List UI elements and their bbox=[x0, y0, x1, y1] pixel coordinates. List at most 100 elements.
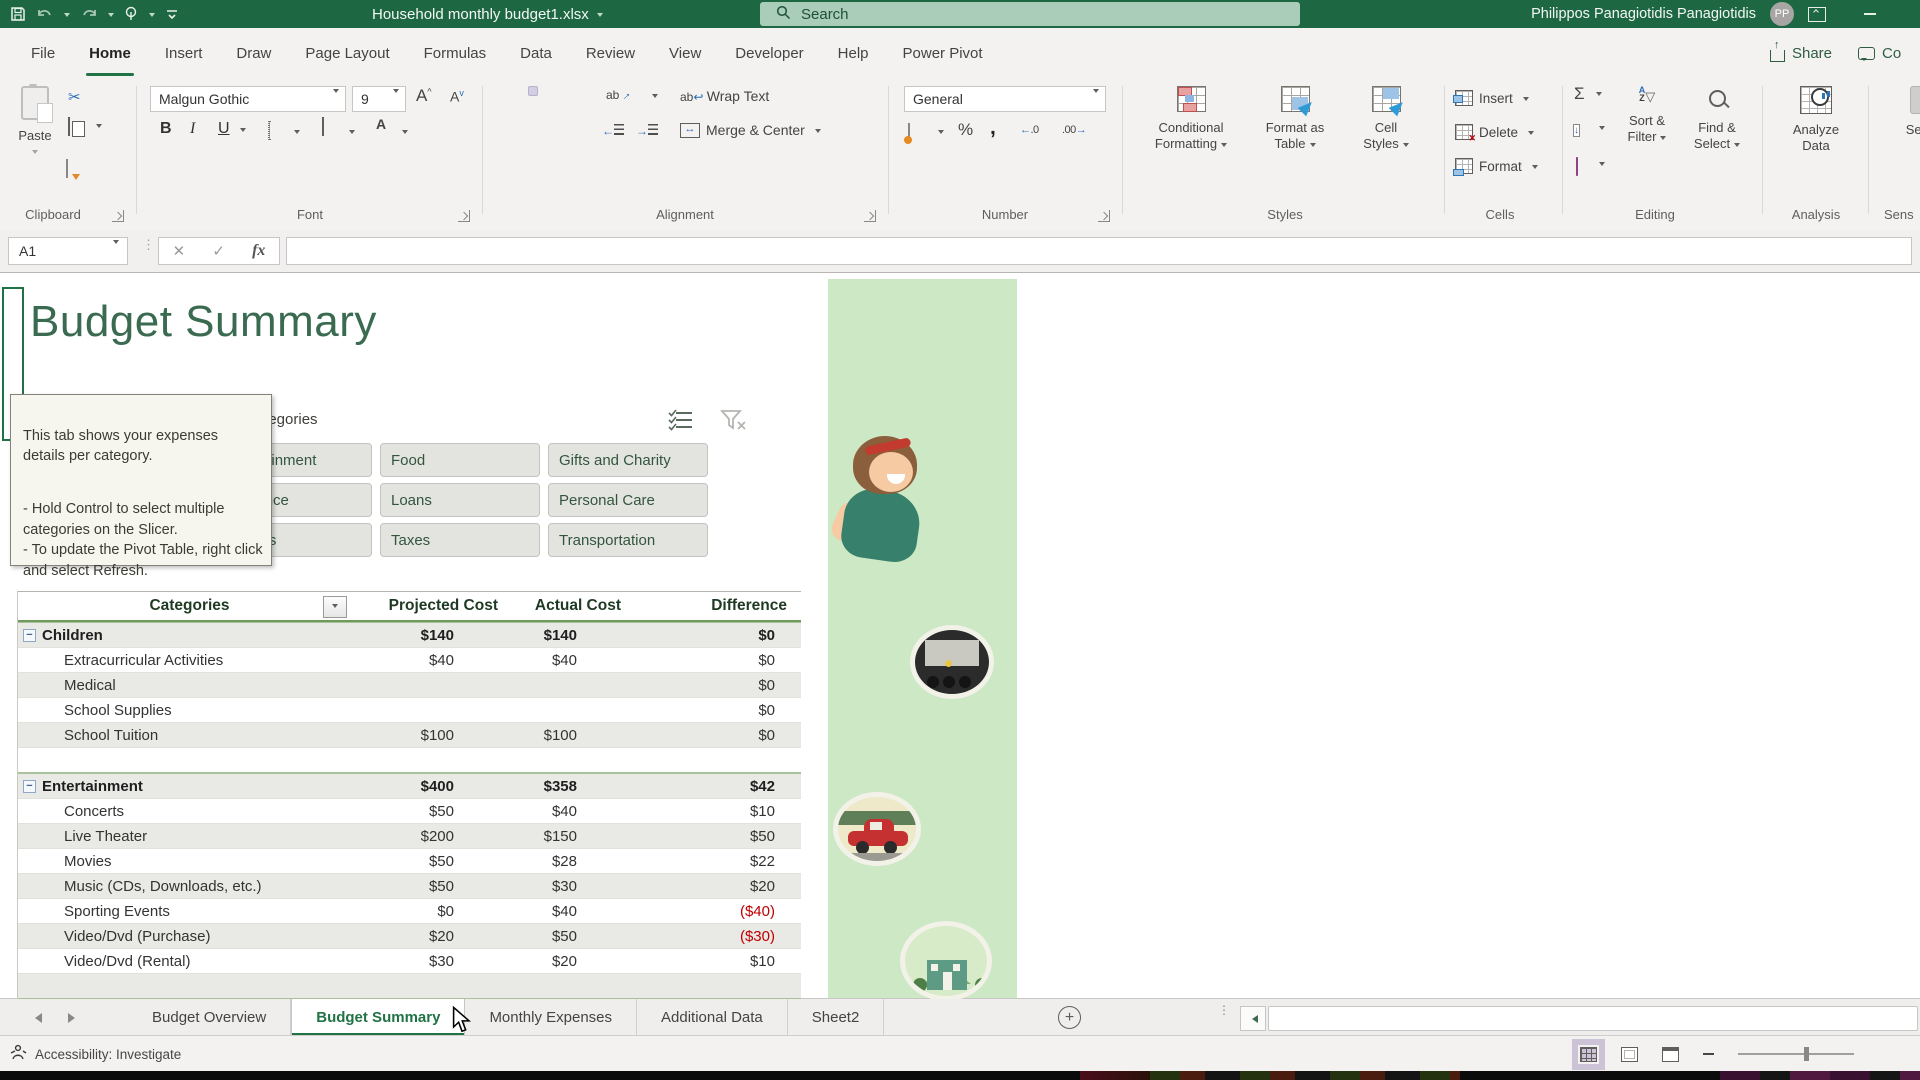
accounting-dropdown-icon[interactable] bbox=[938, 130, 944, 137]
number-format-select[interactable]: General bbox=[904, 86, 1106, 112]
customize-quick-access-icon[interactable] bbox=[165, 8, 179, 20]
font-color-icon[interactable]: A bbox=[376, 116, 386, 132]
ribbon-tab[interactable]: Draw bbox=[219, 28, 288, 78]
clipboard-dialog-launcher-icon[interactable] bbox=[112, 210, 124, 222]
table-row[interactable]: Extracurricular Activities $40 $40 $0 bbox=[18, 648, 801, 673]
slicer-button[interactable]: Gifts and Charity bbox=[548, 443, 708, 477]
conditional-formatting-button[interactable]: Conditional Formatting bbox=[1138, 84, 1244, 152]
decrease-decimal-icon[interactable]: .00→ bbox=[1062, 124, 1086, 136]
prev-sheet-icon[interactable] bbox=[30, 1013, 42, 1023]
zoom-slider-handle[interactable] bbox=[1804, 1047, 1809, 1061]
accessibility-status[interactable]: Accessibility: Investigate bbox=[10, 1036, 181, 1072]
decrease-indent-icon[interactable]: ← bbox=[602, 124, 624, 138]
table-row[interactable]: − Entertainment $400 $358 $42 bbox=[18, 773, 801, 799]
format-painter-icon[interactable] bbox=[66, 160, 68, 178]
decrease-font-icon[interactable]: Av bbox=[450, 88, 464, 105]
undo-dropdown-icon[interactable] bbox=[64, 13, 70, 20]
horizontal-scrollbar[interactable] bbox=[1268, 1006, 1918, 1031]
sort-filter-button[interactable]: AZ▽ Sort & Filter bbox=[1616, 84, 1678, 145]
insert-cells-button[interactable]: Insert bbox=[1455, 90, 1529, 106]
ribbon-tab[interactable]: Home bbox=[72, 28, 148, 78]
format-cells-button[interactable]: Format bbox=[1455, 158, 1538, 174]
slicer-button[interactable]: Food bbox=[380, 443, 540, 477]
table-row[interactable]: − Children $140 $140 $0 bbox=[18, 622, 801, 648]
font-color-dropdown-icon[interactable] bbox=[402, 130, 408, 137]
cell-styles-button[interactable]: Cell Styles bbox=[1344, 84, 1428, 152]
sensitivity-button[interactable]: Sensi bbox=[1882, 84, 1920, 138]
sheet-tab[interactable]: Budget Overview bbox=[128, 999, 291, 1036]
filter-dropdown-button[interactable] bbox=[323, 596, 347, 618]
name-box[interactable]: A1 bbox=[8, 237, 128, 265]
slicer-button[interactable]: Personal Care bbox=[548, 483, 708, 517]
slicer-button[interactable]: Loans bbox=[380, 483, 540, 517]
borders-dropdown-icon[interactable] bbox=[294, 130, 300, 137]
sheet-tab[interactable]: Monthly Expenses bbox=[465, 999, 637, 1036]
merge-center-button[interactable]: ↔Merge & Center bbox=[680, 122, 821, 138]
align-top-icon[interactable] bbox=[496, 86, 506, 96]
touch-mouse-mode-icon[interactable] bbox=[124, 6, 139, 22]
slicer-button[interactable]: Taxes bbox=[380, 523, 540, 557]
clear-icon[interactable] bbox=[1576, 158, 1578, 176]
analyze-data-button[interactable]: Analyze Data bbox=[1772, 84, 1860, 154]
ribbon-tab[interactable]: Developer bbox=[718, 28, 820, 78]
document-title[interactable]: Household monthly budget1.xlsx bbox=[372, 0, 603, 28]
table-row[interactable] bbox=[18, 974, 801, 999]
alignment-dialog-launcher-icon[interactable] bbox=[864, 210, 876, 222]
copy-dropdown-icon[interactable] bbox=[96, 124, 102, 131]
font-dialog-launcher-icon[interactable] bbox=[458, 210, 470, 222]
table-row[interactable]: Movies $50 $28 $22 bbox=[18, 849, 801, 874]
table-row[interactable]: Concerts $50 $40 $10 bbox=[18, 799, 801, 824]
table-row[interactable]: Video/Dvd (Rental) $30 $20 $10 bbox=[18, 949, 801, 974]
underline-button[interactable]: U bbox=[218, 120, 230, 138]
insert-function-icon[interactable]: fx bbox=[252, 242, 265, 260]
ribbon-tab[interactable]: Data bbox=[503, 28, 569, 78]
align-center-icon[interactable] bbox=[528, 122, 538, 132]
table-row[interactable]: School Supplies $0 bbox=[18, 698, 801, 723]
ribbon-tab[interactable]: Help bbox=[821, 28, 886, 78]
table-row[interactable]: Medical $0 bbox=[18, 673, 801, 698]
fill-icon[interactable]: ↓ bbox=[1573, 120, 1580, 138]
underline-dropdown-icon[interactable] bbox=[240, 128, 246, 135]
ribbon-tab[interactable]: Review bbox=[569, 28, 652, 78]
next-sheet-icon[interactable] bbox=[68, 1013, 80, 1023]
align-right-icon[interactable] bbox=[562, 122, 572, 132]
wrap-text-button[interactable]: ab↩ Wrap Text bbox=[680, 88, 769, 104]
enter-icon[interactable]: ✓ bbox=[212, 242, 225, 260]
font-size-select[interactable]: 9 bbox=[352, 86, 406, 112]
search-box[interactable]: Search bbox=[760, 2, 1300, 26]
redo-icon[interactable] bbox=[80, 7, 98, 22]
copy-button[interactable] bbox=[68, 118, 70, 136]
ribbon-tab[interactable]: File bbox=[14, 28, 72, 78]
ribbon-display-options-icon[interactable] bbox=[1808, 7, 1826, 22]
orientation-dropdown-icon[interactable] bbox=[652, 94, 658, 101]
fill-color-icon[interactable] bbox=[322, 118, 324, 136]
multi-select-icon[interactable] bbox=[668, 409, 694, 436]
increase-font-icon[interactable]: A^ bbox=[416, 86, 432, 106]
sheet-tab[interactable]: Budget Summary bbox=[291, 999, 465, 1036]
increase-decimal-icon[interactable]: ←.0 bbox=[1020, 124, 1039, 136]
redo-dropdown-icon[interactable] bbox=[108, 13, 114, 20]
page-break-view-button[interactable] bbox=[1662, 1047, 1679, 1062]
autosum-icon[interactable]: Σ bbox=[1574, 84, 1585, 104]
paste-button[interactable]: Paste bbox=[8, 84, 62, 155]
fill-color-dropdown-icon[interactable] bbox=[349, 130, 355, 137]
minimize-icon[interactable] bbox=[1864, 13, 1876, 15]
hscroll-left-button[interactable] bbox=[1240, 1006, 1266, 1031]
percent-style-button[interactable]: % bbox=[958, 120, 973, 140]
align-bottom-icon[interactable] bbox=[562, 86, 572, 96]
bold-button[interactable]: B bbox=[160, 120, 172, 138]
autosum-dropdown-icon[interactable] bbox=[1596, 92, 1602, 99]
zoom-slider[interactable] bbox=[1738, 1053, 1854, 1055]
find-select-button[interactable]: Find & Select bbox=[1684, 84, 1750, 152]
cut-icon[interactable]: ✂ bbox=[68, 88, 81, 106]
number-dialog-launcher-icon[interactable] bbox=[1098, 210, 1110, 222]
new-sheet-button[interactable]: + bbox=[1058, 1006, 1081, 1029]
table-row[interactable]: Video/Dvd (Purchase) $20 $50 ($30) bbox=[18, 924, 801, 949]
share-button[interactable]: Share bbox=[1770, 45, 1832, 62]
avatar[interactable]: PP bbox=[1770, 2, 1794, 26]
font-name-select[interactable]: Malgun Gothic bbox=[150, 86, 346, 112]
table-row[interactable]: Sporting Events $0 $40 ($40) bbox=[18, 899, 801, 924]
increase-indent-icon[interactable]: → bbox=[636, 124, 658, 138]
slicer-button[interactable]: Transportation bbox=[548, 523, 708, 557]
align-left-icon[interactable] bbox=[496, 122, 506, 132]
